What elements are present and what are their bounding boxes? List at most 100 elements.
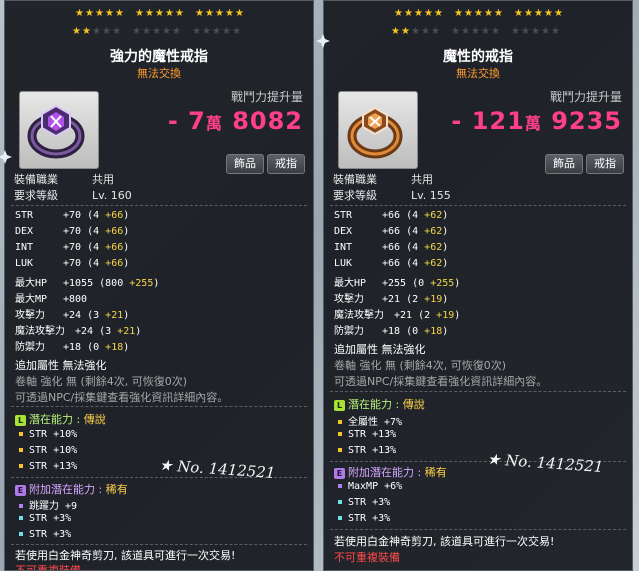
legendary-badge-icon: L bbox=[15, 414, 26, 426]
combat-power-value: - 121萬 9235 bbox=[451, 107, 622, 135]
potential-header: L 潛在能力 : 傳說 bbox=[15, 411, 106, 427]
stat-base: +24 bbox=[75, 326, 94, 337]
stat-name: DEX bbox=[15, 226, 34, 237]
epic-badge-icon: E bbox=[15, 484, 26, 496]
extra-attribute: 追加屬性 無法強化 bbox=[15, 359, 107, 372]
scroll-info: 卷軸 強化 無 (剩餘4次, 可恢復0次) bbox=[334, 359, 507, 372]
stat-paren: (0 bbox=[406, 326, 419, 337]
trade-restriction: 無法交換 bbox=[456, 67, 500, 80]
item-tooltip-right: ★ ★ ★ ★ ★ ★ ★ ★ ★ ★ ★ ★ ★ ★ ★ ★ ★ ★ ★ ★ ★ ★ ★ ★ ★ ★ ★ ★ ★ ★ 魔性的戒… bbox=[323, 0, 633, 571]
stat-name: INT bbox=[15, 242, 34, 253]
scroll-info: 卷軸 強化 無 (剩餘4次, 可恢復0次) bbox=[15, 375, 188, 388]
scissors-note: 若使用白金神奇剪刀, 該道具可進行一次交易! bbox=[334, 535, 555, 548]
scissors-note: 若使用白金神奇剪刀, 該道具可進行一次交易! bbox=[15, 549, 236, 562]
stat-paren-close: ) bbox=[454, 278, 461, 289]
req-level-row: 要求等級 Lv. 155 bbox=[333, 187, 451, 203]
potential-header: L 潛在能力 : 傳說 bbox=[334, 396, 425, 412]
req-level-value: Lv. 155 bbox=[411, 189, 451, 202]
add-potential-sep: : bbox=[417, 466, 422, 479]
stat-paren: (4 bbox=[87, 258, 100, 269]
stat-name: LUK bbox=[334, 258, 353, 269]
stat-base: +66 bbox=[382, 242, 401, 253]
stat-paren: (4 bbox=[87, 226, 100, 237]
add-potential-line: 跳躍力 +9 bbox=[19, 497, 77, 512]
cp-wan-unit: 萬 bbox=[524, 114, 542, 133]
potential-text: STR +13% bbox=[348, 445, 397, 456]
stat-paren: (2 bbox=[418, 310, 431, 321]
star-group: ★ ★ ★ ★ ★ bbox=[72, 26, 121, 37]
potential-sep: : bbox=[76, 413, 81, 426]
stat-base: +66 bbox=[382, 258, 401, 269]
equip-job-value: 共用 bbox=[92, 173, 114, 186]
stat-base: +24 bbox=[63, 310, 82, 321]
stat-bonus: +66 bbox=[105, 226, 124, 237]
stat-line: 攻擊力 +21 (2 +19) bbox=[334, 290, 448, 305]
bullet-icon bbox=[338, 420, 342, 424]
stat-name: LUK bbox=[15, 258, 34, 269]
bullet-icon bbox=[19, 516, 23, 520]
purple-ring-icon bbox=[27, 104, 85, 159]
add-potential-line: STR +3% bbox=[338, 513, 390, 524]
stat-paren-close: ) bbox=[123, 258, 130, 269]
bullet-icon bbox=[338, 516, 342, 520]
stat-bonus: +21 bbox=[105, 310, 124, 321]
stat-line: 魔法攻擊力 +21 (2 +19) bbox=[334, 306, 460, 321]
stat-bonus: +62 bbox=[424, 210, 443, 221]
stat-paren: (3 bbox=[87, 310, 100, 321]
category-accessory-tag: 飾品 bbox=[545, 154, 583, 174]
trade-restriction: 無法交換 bbox=[137, 67, 181, 80]
stat-bonus: +21 bbox=[117, 326, 136, 337]
potential-line: STR +13% bbox=[338, 445, 396, 456]
stat-base: +70 bbox=[63, 242, 82, 253]
stat-paren: (2 bbox=[406, 294, 419, 305]
item-name: 強力的魔性戒指 bbox=[110, 49, 208, 65]
star-group: ★ ★ ★ ★ ★ bbox=[391, 26, 440, 37]
stat-paren-close: ) bbox=[442, 210, 449, 221]
potential-grade: 傳說 bbox=[83, 413, 106, 426]
stat-line: 最大HP +1055 (800 +255) bbox=[15, 274, 159, 289]
add-potential-text: STR +3% bbox=[29, 529, 72, 540]
cp-rest: 9235 bbox=[551, 107, 622, 135]
stat-name: 最大MP bbox=[15, 294, 48, 305]
stat-base: +18 bbox=[382, 326, 401, 337]
stat-base: +21 bbox=[382, 294, 401, 305]
bullet-icon bbox=[19, 432, 23, 436]
item-icon-frame bbox=[338, 91, 418, 169]
stat-name: 攻擊力 bbox=[334, 294, 364, 305]
stat-name: 魔法攻擊力 bbox=[334, 310, 384, 321]
stat-line: STR +66 (4 +62) bbox=[334, 210, 448, 221]
stat-base: +70 bbox=[63, 210, 82, 221]
stat-paren-close: ) bbox=[454, 310, 461, 321]
stat-base: +18 bbox=[63, 342, 82, 353]
stat-name: 防禦力 bbox=[334, 326, 364, 337]
potential-line: STR +13% bbox=[338, 429, 396, 440]
stat-base: +255 bbox=[382, 278, 407, 289]
stat-paren-close: ) bbox=[123, 226, 130, 237]
star-group: ★ ★ ★ ★ ★ bbox=[514, 8, 563, 19]
stat-base: +66 bbox=[382, 226, 401, 237]
additional-potential-header: E 附加潛在能力 : 稀有 bbox=[15, 481, 128, 497]
non-repeat-note: 不可重複裝備 bbox=[334, 551, 400, 564]
potential-text: STR +13% bbox=[348, 429, 397, 440]
equip-job-row: 裝備職業 共用 bbox=[14, 171, 114, 187]
stat-bonus: +18 bbox=[424, 326, 443, 337]
add-potential-line: MaxMP +6% bbox=[338, 481, 402, 492]
stat-paren: (4 bbox=[406, 226, 419, 237]
bullet-icon bbox=[338, 484, 342, 488]
stat-base: +21 bbox=[394, 310, 413, 321]
category-ring-tag: 戒指 bbox=[267, 154, 305, 174]
stat-bonus: +66 bbox=[105, 210, 124, 221]
stat-bonus: +66 bbox=[105, 258, 124, 269]
stat-paren-close: ) bbox=[123, 210, 130, 221]
bullet-icon bbox=[19, 504, 23, 508]
potential-line: STR +10% bbox=[19, 445, 77, 456]
star-group: ★ ★ ★ ★ ★ bbox=[135, 8, 184, 19]
add-potential-grade: 稀有 bbox=[424, 466, 447, 479]
equip-job-value: 共用 bbox=[411, 173, 433, 186]
stat-paren: (800 bbox=[99, 278, 124, 289]
stat-name: STR bbox=[334, 210, 353, 221]
stat-line: 最大MP +800 bbox=[15, 290, 87, 305]
stat-name: 最大HP bbox=[334, 278, 367, 289]
stat-bonus: +62 bbox=[424, 242, 443, 253]
stat-line: LUK +66 (4 +62) bbox=[334, 258, 448, 269]
